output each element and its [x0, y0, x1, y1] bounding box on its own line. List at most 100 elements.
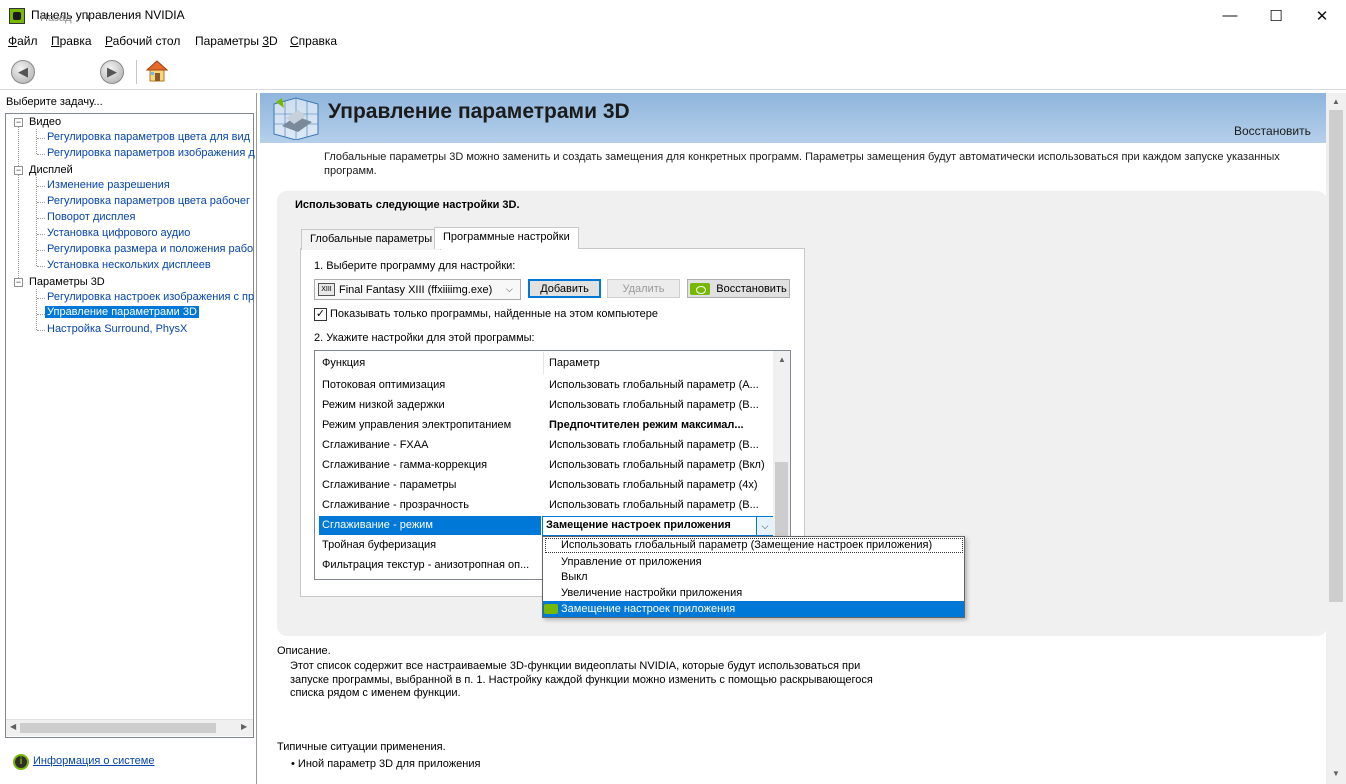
tree-line — [37, 186, 45, 187]
remove-program-button[interactable]: Удалить — [607, 279, 680, 298]
system-info-link[interactable]: Информация о системе — [33, 755, 154, 767]
table-row-param[interactable]: Использовать глобальный параметр (4x) — [549, 479, 758, 491]
tree-line — [37, 138, 45, 139]
tree-line — [37, 218, 45, 219]
page-intro: Глобальные параметры 3D можно заменить и… — [324, 151, 1280, 177]
restore-defaults-link[interactable]: Восстановить — [1234, 124, 1311, 138]
chevron-down-icon: ⌵ — [506, 284, 513, 294]
usage-item-text: Иной параметр 3D для приложения — [297, 758, 481, 770]
dropdown-option[interactable]: Увеличение настройки приложения — [561, 587, 742, 599]
tree-item-resolution[interactable]: Изменение разрешения — [47, 179, 170, 191]
table-row-param[interactable]: Использовать глобальный параметр (В... — [549, 439, 759, 451]
restore-program-button[interactable]: Восстановить — [687, 279, 790, 298]
tree-line — [37, 234, 45, 235]
close-button[interactable]: ✕ — [1299, 0, 1345, 31]
chevron-down-icon[interactable]: ⌵ — [756, 517, 773, 535]
table-row-func-selected[interactable]: Сглаживание - режим — [322, 519, 433, 531]
tree-line — [37, 298, 45, 299]
tree-line — [37, 202, 45, 203]
tree-item-image-preview[interactable]: Регулировка настроек изображения с пр — [47, 291, 254, 303]
add-button-label: Добавить — [540, 282, 589, 295]
dropdown-option[interactable]: Управление от приложения — [561, 556, 702, 568]
tree-item-multi-display[interactable]: Установка нескольких дисплеев — [47, 259, 211, 271]
table-row-func[interactable]: Режим управления электропитанием — [322, 419, 511, 431]
column-header-parameter[interactable]: Параметр — [549, 357, 600, 369]
menu-help[interactable]: Справка — [290, 34, 337, 48]
dropdown-option[interactable]: Выкл — [561, 571, 588, 583]
table-row-param[interactable]: Использовать глобальный параметр (В... — [549, 499, 759, 511]
menu-edit[interactable]: Правка — [51, 34, 92, 48]
tree-item-video-color[interactable]: Регулировка параметров цвета для вид — [47, 131, 250, 143]
home-icon[interactable] — [145, 59, 169, 83]
scroll-up-icon[interactable]: ▲ — [778, 355, 786, 364]
arrow-left-icon: ◀ — [18, 64, 28, 79]
menu-desktop[interactable]: Рабочий стол — [105, 34, 180, 48]
collapse-display-icon[interactable]: − — [14, 166, 23, 175]
table-row-param[interactable]: Использовать глобальный параметр (А... — [549, 379, 759, 391]
tree-item-rotate[interactable]: Поворот дисплея — [47, 211, 135, 223]
task-panel-header: Выберите задачу... — [6, 96, 103, 108]
description-label: Описание. — [277, 645, 331, 657]
show-only-installed-checkbox[interactable]: ✓ — [314, 308, 327, 321]
table-row-func[interactable]: Сглаживание - параметры — [322, 479, 456, 491]
back-button[interactable]: ◀ — [11, 60, 35, 84]
table-row-func[interactable]: Сглаживание - гамма-коррекция — [322, 459, 487, 471]
tree-category-video[interactable]: Видео — [29, 116, 61, 128]
dropdown-option-selected[interactable]: Замещение настроек приложения — [561, 603, 735, 615]
table-row-func[interactable]: Тройная буферизация — [322, 539, 436, 551]
minimize-button[interactable]: — — [1207, 0, 1253, 31]
tree-line — [36, 177, 37, 266]
scroll-down-icon[interactable]: ▼ — [1332, 769, 1340, 778]
tree-line — [36, 129, 37, 154]
back-history-dropdown[interactable]: ▼ — [84, 12, 93, 22]
tree-category-3d[interactable]: Параметры 3D — [29, 276, 105, 288]
toolbar — [0, 54, 1346, 90]
main-vscroll-thumb[interactable] — [1329, 110, 1343, 602]
tab-program-settings[interactable]: Программные настройки — [434, 227, 579, 249]
menu-file[interactable]: Файл — [8, 34, 38, 48]
tree-item-desktop-color[interactable]: Регулировка параметров цвета рабочег — [47, 195, 250, 207]
tree-hscroll-thumb[interactable] — [20, 723, 216, 733]
tree-line — [37, 250, 45, 251]
tree-item-video-image[interactable]: Регулировка параметров изображения д — [47, 147, 255, 159]
tree-item-desktop-size[interactable]: Регулировка размера и положения рабо — [47, 243, 253, 255]
nvidia-icon — [544, 604, 558, 614]
3d-settings-icon — [268, 96, 324, 141]
table-row-param[interactable]: Использовать глобальный параметр (Вкл) — [549, 459, 765, 471]
collapse-3d-icon[interactable]: − — [14, 278, 23, 287]
menu-3d-settings[interactable]: Параметры 3D — [195, 34, 278, 48]
tree-item-surround-physx[interactable]: Настройка Surround, PhysX — [47, 323, 187, 335]
tab-global-settings[interactable]: Глобальные параметры — [301, 229, 442, 250]
program-select-value: Final Fantasy XIII (ffxiiiimg.exe) — [339, 283, 493, 296]
program-select[interactable]: XIII Final Fantasy XIII (ffxiiiimg.exe) … — [314, 279, 521, 300]
maximize-button[interactable]: ☐ — [1253, 0, 1299, 31]
table-row-param[interactable]: Предпочтителен режим максимал... — [549, 419, 744, 431]
nvidia-icon — [690, 282, 711, 295]
tree-line — [18, 127, 19, 284]
usage-label: Типичные ситуации применения. — [277, 741, 446, 753]
step1-label: 1. Выберите программу для настройки: — [314, 260, 516, 272]
step2-label: 2. Укажите настройки для этой программы: — [314, 332, 535, 344]
table-row-func[interactable]: Сглаживание - прозрачность — [322, 499, 469, 511]
scroll-right-icon[interactable]: ▶ — [241, 722, 247, 731]
table-row-func[interactable]: Режим низкой задержки — [322, 399, 445, 411]
column-separator — [543, 352, 544, 374]
usage-item: • Иной параметр 3D для приложения — [291, 758, 481, 770]
column-header-function[interactable]: Функция — [322, 357, 365, 369]
dropdown-option[interactable]: Использовать глобальный параметр (Замеще… — [561, 539, 932, 551]
tree-category-display[interactable]: Дисплей — [29, 164, 73, 176]
table-row-func[interactable]: Потоковая оптимизация — [322, 379, 445, 391]
scroll-left-icon[interactable]: ◀ — [10, 722, 16, 731]
tree-line — [37, 314, 45, 315]
tree-item-digital-audio[interactable]: Установка цифрового аудио — [47, 227, 190, 239]
table-row-func[interactable]: Фильтрация текстур - анизотропная оп... — [322, 559, 529, 571]
list-vscroll-thumb[interactable] — [775, 462, 788, 537]
tree-item-manage-3d[interactable]: Управление параметрами 3D — [45, 306, 199, 318]
table-row-param[interactable]: Использовать глобальный параметр (В... — [549, 399, 759, 411]
forward-button[interactable]: ▶ — [100, 60, 124, 84]
scroll-up-icon[interactable]: ▲ — [1332, 97, 1340, 106]
table-row-func[interactable]: Сглаживание - FXAA — [322, 439, 428, 451]
restore-button-label: Восстановить — [716, 282, 787, 295]
add-program-button[interactable]: Добавить — [528, 279, 601, 298]
collapse-video-icon[interactable]: − — [14, 118, 23, 127]
